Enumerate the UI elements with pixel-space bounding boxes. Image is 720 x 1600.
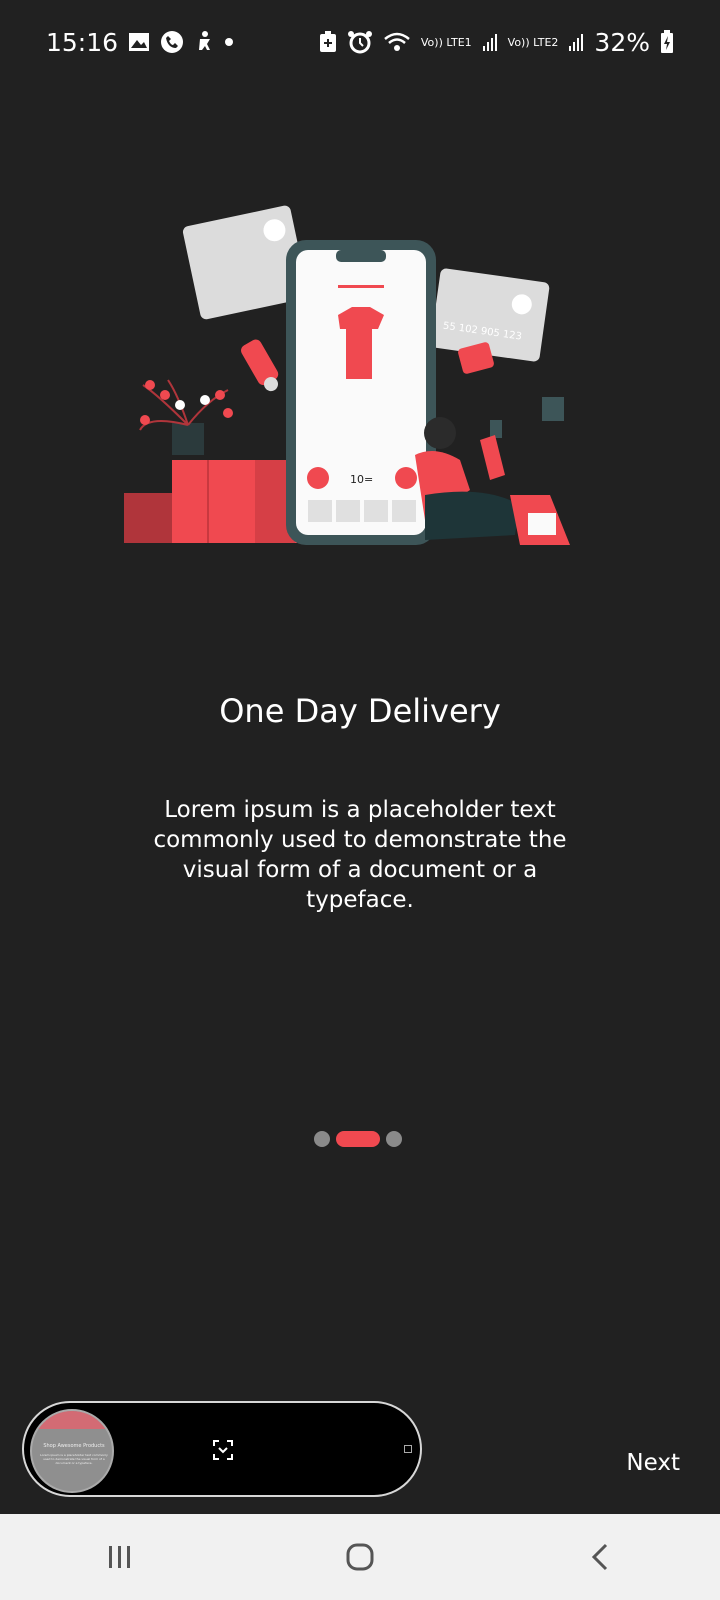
sock xyxy=(241,339,279,392)
next-button[interactable]: Next xyxy=(626,1450,680,1476)
thumbnail-title: Shop Awesome Products xyxy=(43,1443,105,1449)
delivery-illustration: 55 102 905 123 10= xyxy=(110,195,600,565)
signal-icon xyxy=(568,32,584,52)
lte1-label: Vo)) LTE1 xyxy=(420,35,472,49)
page-dot-active xyxy=(336,1131,380,1147)
battery-percentage: 32% xyxy=(594,27,650,57)
accessibility-icon xyxy=(194,30,214,54)
crop-icon[interactable] xyxy=(404,1445,412,1453)
onboarding-title: One Day Delivery xyxy=(219,692,501,730)
thumbnail-subtext: Lorem ipsum is a placeholder text common… xyxy=(40,1453,108,1465)
battery-charging-icon xyxy=(660,30,674,54)
woman xyxy=(415,417,520,540)
scroll-capture-icon[interactable] xyxy=(212,1439,234,1465)
recent-apps-icon[interactable] xyxy=(80,1527,160,1587)
phone-icon xyxy=(160,30,184,54)
status-bar: 15:16 Vo)) LTE1 Vo)) LTE2 32% xyxy=(0,0,720,84)
page-dot xyxy=(386,1131,402,1147)
onboarding-description: Lorem ipsum is a placeholder text common… xyxy=(153,797,567,913)
battery-saver-icon xyxy=(319,31,337,53)
back-icon[interactable] xyxy=(560,1527,640,1587)
notification-dot-icon xyxy=(224,37,234,47)
lte2-label: Vo)) LTE2 xyxy=(507,35,559,49)
clock: 15:16 xyxy=(46,27,119,57)
wifi-icon xyxy=(383,31,411,53)
phone: 10= xyxy=(286,240,436,545)
page-dot xyxy=(314,1131,330,1147)
signal-icon xyxy=(482,32,498,52)
screen-capture-toolbar[interactable]: Shop Awesome Products Lorem ipsum is a p… xyxy=(22,1401,422,1497)
gallery-icon xyxy=(128,32,150,52)
system-nav-bar xyxy=(0,1514,720,1600)
home-icon[interactable] xyxy=(320,1527,400,1587)
credit-card-right: 55 102 905 123 xyxy=(430,268,550,362)
price-tag: 10= xyxy=(350,473,373,486)
screenshot-thumbnail[interactable]: Shop Awesome Products Lorem ipsum is a p… xyxy=(30,1409,114,1493)
alarm-icon xyxy=(347,30,373,54)
plant xyxy=(139,379,233,455)
page-indicator xyxy=(314,1131,402,1147)
